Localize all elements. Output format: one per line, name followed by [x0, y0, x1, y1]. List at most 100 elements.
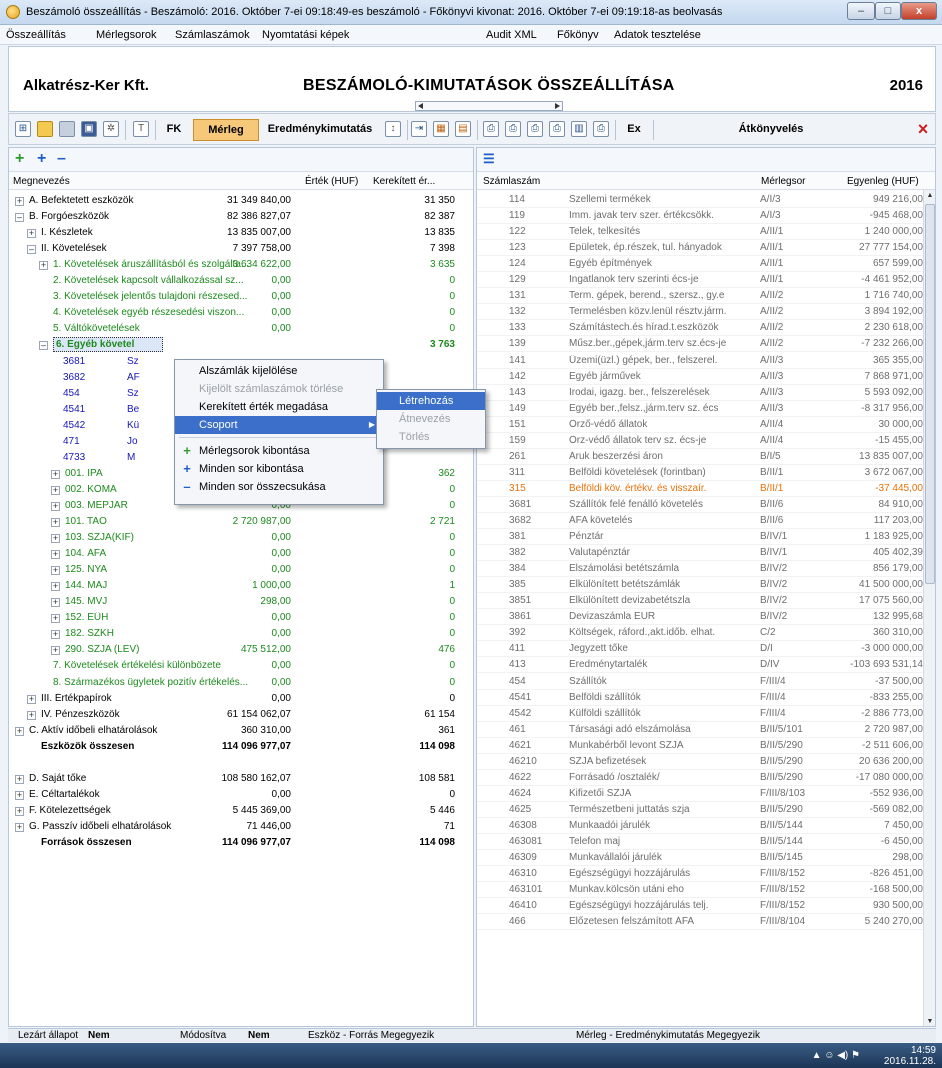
tree-row[interactable]: + IV. Pénzeszközök 61 154 062,07 61 154 [9, 707, 473, 723]
account-row[interactable]: 141 Üzemi(üzl.) gépek, ber., felszerel. A/… [477, 353, 925, 369]
account-row[interactable]: 149 Egyéb ber.,felsz.,járm.terv sz. écs A/… [477, 401, 925, 417]
account-row[interactable]: 385 Elkülönített betétszámlák B/IV/2 41 500… [477, 577, 925, 594]
expand-node-icon[interactable]: + [51, 646, 60, 656]
context-item-1[interactable]: Kijelölt számlaszámok törlése [175, 380, 383, 398]
account-row[interactable]: 4624 Kifizetői SZJA F/III/8/103 -552 936,00 [477, 786, 925, 802]
account-row[interactable]: 142 Egyéb járművek A/II/3 7 868 971,00 [477, 369, 925, 385]
account-row[interactable]: 4541 Belföldi szállítók F/III/4 -833 255,00 [477, 690, 925, 706]
expand-node-icon[interactable]: + [51, 566, 60, 576]
tree-row[interactable]: –6. Egyéb követel 3 763 [9, 337, 473, 353]
expand-node-icon[interactable]: + [15, 822, 24, 832]
tray-icons[interactable]: ▲ ☺ ◀) ⚑ [812, 1050, 860, 1061]
expand-node-icon[interactable]: + [51, 469, 60, 479]
account-row[interactable]: 46308 Munkaadói járulék B/II/5/144 7 450,00 [477, 818, 925, 834]
expand-node-icon[interactable]: + [51, 518, 60, 527]
header-scrollbar[interactable] [415, 101, 563, 111]
tree-row[interactable]: + III. Értékpapírok 0,00 0 [9, 691, 473, 707]
preview-3-icon[interactable]: ⎙ [527, 121, 543, 137]
expand-node-icon[interactable]: + [51, 485, 60, 495]
account-row[interactable]: 4542 Külföldi szállítók F/III/4 -2 886 773,… [477, 706, 925, 722]
account-row[interactable]: 261 Áruk beszerzési áron B/I/5 13 835 007,0… [477, 449, 925, 465]
tree-row[interactable]: + G. Passzív időbeli elhatárolások 71 446,… [9, 819, 473, 835]
expand-icon[interactable]: + [37, 151, 46, 167]
scroll-down-icon[interactable]: ▼ [924, 1016, 935, 1026]
account-row[interactable]: 315 Belföldi köv. értékv. és visszaír. B/I… [477, 481, 925, 497]
tree-row[interactable]: +101. TAO 2 720 987,00 2 721 [9, 514, 473, 530]
tree-row[interactable]: +290. SZJA (LEV) 475 512,00 476 [9, 642, 473, 658]
menu-adatok-tesztelese[interactable]: Adatok tesztelése [614, 29, 701, 41]
clock[interactable]: 14:59 2016.11.28. [884, 1045, 936, 1067]
col-egyenleg[interactable]: Egyenleg (HUF) [847, 176, 919, 187]
tree-row[interactable]: 5. Váltókövetelések 0,00 0 [9, 321, 473, 337]
account-row[interactable]: 411 Jegyzett tőke D/I -3 000 000,00 [477, 641, 925, 658]
tree-row[interactable]: + D. Saját tőke 108 580 162,07 108 581 [9, 771, 473, 787]
account-row[interactable]: 143 Irodai, igazg. ber., felszerelések A/I… [477, 385, 925, 401]
scroll-up-icon[interactable]: ▲ [924, 190, 935, 202]
preview-2-icon[interactable]: ⎙ [505, 121, 521, 137]
menu-nyomtatasi-kepek[interactable]: Nyomtatási képek [262, 29, 349, 41]
expand-node-icon[interactable]: + [27, 229, 36, 239]
account-row[interactable]: 463101 Munkav.kölcsön utáni eho F/III/8/15… [477, 882, 925, 899]
accounts-scrollbar[interactable]: ▲ ▼ [923, 190, 935, 1026]
expand-node-icon[interactable]: + [27, 710, 36, 720]
minimize-button[interactable]: – [847, 2, 875, 20]
expand-node-icon[interactable]: + [27, 694, 36, 704]
account-row[interactable]: 3851 Elkülönített devizabetétszla B/IV/2 17… [477, 593, 925, 610]
account-row[interactable]: 124 Egyéb építmények A/II/1 657 599,00 [477, 256, 925, 273]
open-folder-icon[interactable] [37, 121, 53, 137]
tools-icon[interactable]: T [133, 121, 149, 137]
menu-merlegsorok[interactable]: Mérlegsorok [96, 29, 157, 41]
expand-node-icon[interactable]: + [15, 790, 24, 800]
account-row[interactable]: 3681 Szállítók felé fenálló követelés B/II… [477, 497, 925, 513]
list-view-icon[interactable]: ☰ [483, 151, 495, 167]
grid-icon[interactable]: ▦ [433, 121, 449, 137]
add-green-icon[interactable]: + [15, 151, 24, 167]
save-icon[interactable]: ▣ [81, 121, 97, 137]
tree-row[interactable]: +1. Követelések áruszállításból és szolg… [9, 257, 473, 273]
account-row[interactable]: 463081 Telefon maj B/II/5/144 -6 450,00 [477, 834, 925, 850]
tree-row[interactable]: + A. Befektetett eszközök 31 349 840,00 31 … [9, 193, 473, 209]
close-icon[interactable]: × [913, 119, 933, 141]
tree-row[interactable]: – II. Követelések 7 397 758,00 7 398 [9, 241, 473, 257]
account-row[interactable]: 114 Szellemi termékek A/I/3 949 216,00 [477, 192, 925, 208]
fk-button[interactable]: FK [159, 119, 189, 141]
col-ertek[interactable]: Érték (HUF) [305, 176, 358, 187]
scroll-thumb[interactable] [925, 204, 935, 584]
account-row[interactable]: 131 Term. gépek, berend., szersz., gy.e A/… [477, 288, 925, 305]
settings-icon[interactable]: ✲ [103, 121, 119, 137]
context-item-4[interactable]: + Mérlegsorok kibontása [175, 442, 383, 460]
account-row[interactable]: 454 Szállítók F/III/4 -37 500,00 [477, 674, 925, 690]
account-row[interactable]: 122 Telek, telkesítés A/II/1 1 240 000,00 [477, 224, 925, 241]
preview-4-icon[interactable]: ⎙ [549, 121, 565, 137]
tree-row[interactable]: + F. Kötelezettségek 5 445 369,00 5 446 [9, 803, 473, 819]
tree-row[interactable]: +104. ÁFA 0,00 0 [9, 546, 473, 562]
collapse-node-icon[interactable]: – [27, 245, 36, 255]
account-row[interactable]: 46309 Munkavállalói járulék B/II/5/145 298,… [477, 850, 925, 867]
save-disabled-icon[interactable] [59, 121, 75, 137]
collapse-node-icon[interactable]: – [39, 341, 48, 351]
tree-row[interactable]: + I. Készletek 13 835 007,00 13 835 [9, 225, 473, 241]
context-item-5[interactable]: + Minden sor kibontása [175, 460, 383, 478]
account-row[interactable]: 381 Pénztár B/IV/1 1 183 925,00 [477, 529, 925, 546]
tree-row[interactable]: +103. SZJA(KIF) 0,00 0 [9, 530, 473, 546]
expand-node-icon[interactable]: + [51, 614, 60, 624]
tree-row[interactable]: +144. MAJ 1 000,00 1 [9, 578, 473, 594]
account-row[interactable]: 413 Eredménytartalék D/IV -103 693 531,14 [477, 657, 925, 674]
tree-row[interactable]: Eszközök összesen 114 096 977,07 114 098 [9, 739, 473, 755]
tree-row[interactable]: 7. Követelések értékelési különbözete 0,0… [9, 658, 473, 674]
account-row[interactable]: 132 Termelésben közv.lenül résztv.járm. A/… [477, 304, 925, 321]
expand-node-icon[interactable]: + [51, 550, 60, 560]
expand-node-icon[interactable]: + [51, 630, 60, 640]
context-item-6[interactable]: – Minden sor összecsukása [175, 478, 383, 496]
collapse-icon[interactable]: – [57, 151, 66, 167]
tree-row[interactable]: 4. Követelések egyéb részesedési viszon.… [9, 305, 473, 321]
account-row[interactable]: 3682 ÁFA követelés B/II/6 117 203,00 [477, 513, 925, 529]
collapse-node-icon[interactable]: – [15, 213, 24, 223]
account-row[interactable]: 151 Őrző-védő állatok A/II/4 30 000,00 [477, 417, 925, 433]
col-szamlaszam[interactable]: Számlaszám [483, 176, 540, 187]
account-row[interactable]: 384 Elszámolási betétszámla B/IV/2 856 179,… [477, 561, 925, 578]
menu-audit-xml[interactable]: Audit XML [486, 29, 537, 41]
expand-node-icon[interactable]: + [51, 534, 60, 544]
account-row[interactable]: 46310 Egészségügyi hozzájárulás F/III/8/15… [477, 866, 925, 883]
submenu-atnevezes[interactable]: Átnevezés [377, 410, 485, 428]
